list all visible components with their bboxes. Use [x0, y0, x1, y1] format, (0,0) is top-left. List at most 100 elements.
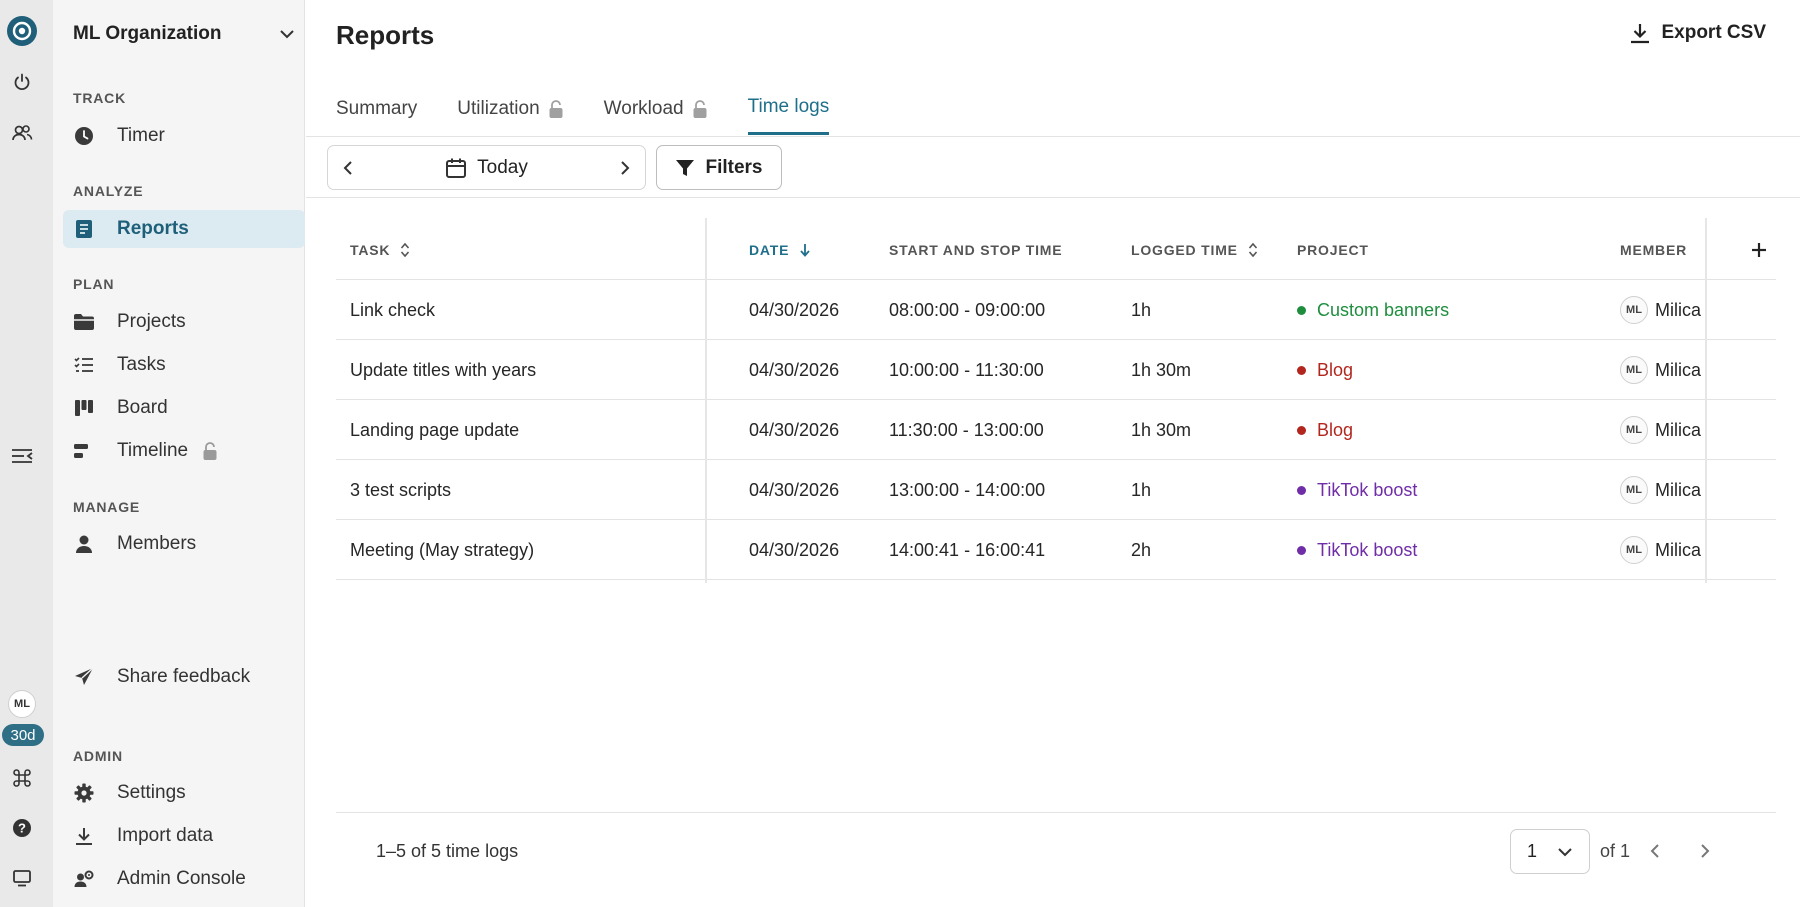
- chevron-right-icon[interactable]: [619, 160, 631, 176]
- column-label: Date: [749, 242, 790, 258]
- date-value: 04/30/2026: [749, 479, 840, 500]
- tab-workload[interactable]: Workload: [604, 96, 708, 135]
- prev-page-button[interactable]: [1642, 838, 1668, 864]
- task-name: Meeting (May strategy): [350, 539, 535, 560]
- toolbar-divider: [306, 197, 1800, 198]
- app-logo-icon[interactable]: [7, 16, 37, 46]
- date-value: 04/30/2026: [749, 299, 840, 320]
- page-select-value: 1: [1527, 841, 1538, 861]
- tab-utilization[interactable]: Utilization: [457, 96, 563, 135]
- sidebar: ML Organization TRACK Timer ANALYZE Repo…: [53, 0, 305, 907]
- chevron-down-icon: [1557, 847, 1573, 857]
- column-header-start-stop[interactable]: Start and stop time: [889, 220, 1119, 280]
- svg-text:?: ?: [18, 821, 26, 836]
- table-row[interactable]: Landing page update 04/30/2026 11:30:00 - …: [336, 400, 1776, 460]
- next-page-button[interactable]: [1692, 838, 1718, 864]
- sidebar-item-label: Timeline: [117, 440, 189, 461]
- chevron-left-icon[interactable]: [342, 160, 354, 176]
- tab-summary[interactable]: Summary: [336, 96, 417, 135]
- date-cell: 04/30/2026: [749, 460, 879, 520]
- member-avatar: ML: [1620, 416, 1648, 444]
- start-stop-cell: 11:30:00 - 13:00:00: [889, 400, 1119, 460]
- download-icon: [73, 825, 95, 847]
- project-name: Blog: [1317, 419, 1354, 440]
- sidebar-item-reports[interactable]: Reports: [63, 210, 305, 248]
- date-range-label: Today: [477, 156, 528, 178]
- sidebar-item-label: Settings: [117, 782, 186, 803]
- sort-icon: [400, 242, 410, 258]
- member-name: Milica: [1655, 419, 1702, 440]
- trial-badge[interactable]: 30d: [2, 724, 44, 746]
- table-row[interactable]: Link check 04/30/2026 08:00:00 - 09:00:00 1…: [336, 280, 1776, 340]
- logged-time-cell: 1h: [1131, 280, 1291, 340]
- date-range-picker[interactable]: Today: [445, 157, 528, 179]
- page-select[interactable]: 1: [1510, 829, 1590, 874]
- logged-time-value: 1h 30m: [1131, 359, 1192, 380]
- start-stop-cell: 08:00:00 - 09:00:00: [889, 280, 1119, 340]
- sidebar-item-tasks[interactable]: Tasks: [63, 346, 305, 384]
- section-label-plan: PLAN: [73, 276, 115, 292]
- project-cell[interactable]: TikTok boost: [1297, 520, 1597, 580]
- org-switcher[interactable]: ML Organization: [73, 20, 295, 48]
- page-title: Reports: [336, 20, 435, 50]
- page-total: of 1: [1600, 841, 1631, 861]
- sidebar-item-projects[interactable]: Projects: [63, 303, 305, 341]
- project-cell[interactable]: TikTok boost: [1297, 460, 1597, 520]
- table-row[interactable]: 3 test scripts 04/30/2026 13:00:00 - 14:00…: [336, 460, 1776, 520]
- folder-icon: [73, 311, 95, 333]
- sidebar-item-share-feedback[interactable]: Share feedback: [63, 658, 305, 696]
- logged-time-value: 1h: [1131, 479, 1152, 500]
- sidebar-item-board[interactable]: Board: [63, 389, 305, 427]
- sidebar-item-import-data[interactable]: Import data: [63, 817, 305, 855]
- task-name: Update titles with years: [350, 359, 537, 380]
- sidebar-item-admin-console[interactable]: Admin Console: [63, 860, 305, 898]
- export-csv-button[interactable]: Export CSV: [1629, 22, 1766, 44]
- send-icon: [73, 666, 95, 688]
- sidebar-item-label: Tasks: [117, 354, 166, 375]
- table-row[interactable]: Meeting (May strategy) 04/30/2026 14:00:41…: [336, 520, 1776, 580]
- column-header-project[interactable]: Project: [1297, 220, 1597, 280]
- command-icon[interactable]: [6, 762, 38, 794]
- project-cell[interactable]: Blog: [1297, 340, 1597, 400]
- column-label: Project: [1297, 242, 1369, 258]
- lock-icon: [692, 99, 708, 119]
- column-header-date[interactable]: Date: [749, 220, 879, 280]
- table-row[interactable]: Update titles with years 04/30/2026 10:00:…: [336, 340, 1776, 400]
- sidebar-item-timeline[interactable]: Timeline: [63, 432, 305, 470]
- footer-divider: [336, 812, 1776, 813]
- desktop-icon[interactable]: [6, 862, 38, 894]
- column-header-member[interactable]: Member: [1620, 220, 1726, 280]
- date-cell: 04/30/2026: [749, 340, 879, 400]
- sidebar-item-settings[interactable]: Settings: [63, 774, 305, 812]
- tab-label: Time logs: [747, 96, 830, 117]
- help-icon[interactable]: ?: [6, 812, 38, 844]
- sidebar-item-label: Share feedback: [117, 666, 251, 687]
- member-avatar: ML: [1620, 356, 1648, 384]
- project-cell[interactable]: Blog: [1297, 400, 1597, 460]
- column-header-logged-time[interactable]: Logged time: [1131, 220, 1291, 280]
- column-divider: [1705, 218, 1707, 583]
- project-cell[interactable]: Custom banners: [1297, 280, 1597, 340]
- sort-icon: [1248, 242, 1258, 258]
- chevron-down-icon: [279, 29, 295, 39]
- column-label: Logged time: [1131, 242, 1238, 258]
- column-header-task[interactable]: Task: [350, 220, 730, 280]
- sidebar-item-members[interactable]: Members: [63, 525, 305, 563]
- date-value: 04/30/2026: [749, 539, 840, 560]
- collapse-sidebar-icon[interactable]: [6, 440, 38, 472]
- start-stop-cell: 13:00:00 - 14:00:00: [889, 460, 1119, 520]
- sidebar-item-timer[interactable]: Timer: [63, 117, 305, 155]
- power-icon[interactable]: [6, 66, 38, 98]
- lock-icon: [202, 441, 218, 461]
- project-color-dot: [1297, 485, 1306, 495]
- export-csv-label: Export CSV: [1661, 22, 1766, 43]
- task-cell: 3 test scripts: [350, 460, 730, 520]
- user-avatar[interactable]: ML: [8, 690, 36, 718]
- task-cell: Landing page update: [350, 400, 730, 460]
- task-name: 3 test scripts: [350, 479, 452, 500]
- tab-time-logs[interactable]: Time logs: [747, 96, 830, 135]
- filters-button[interactable]: Filters: [656, 145, 782, 190]
- icon-rail: ML 30d ?: [0, 0, 53, 907]
- team-icon[interactable]: [6, 117, 38, 149]
- add-column-button[interactable]: [1741, 220, 1776, 280]
